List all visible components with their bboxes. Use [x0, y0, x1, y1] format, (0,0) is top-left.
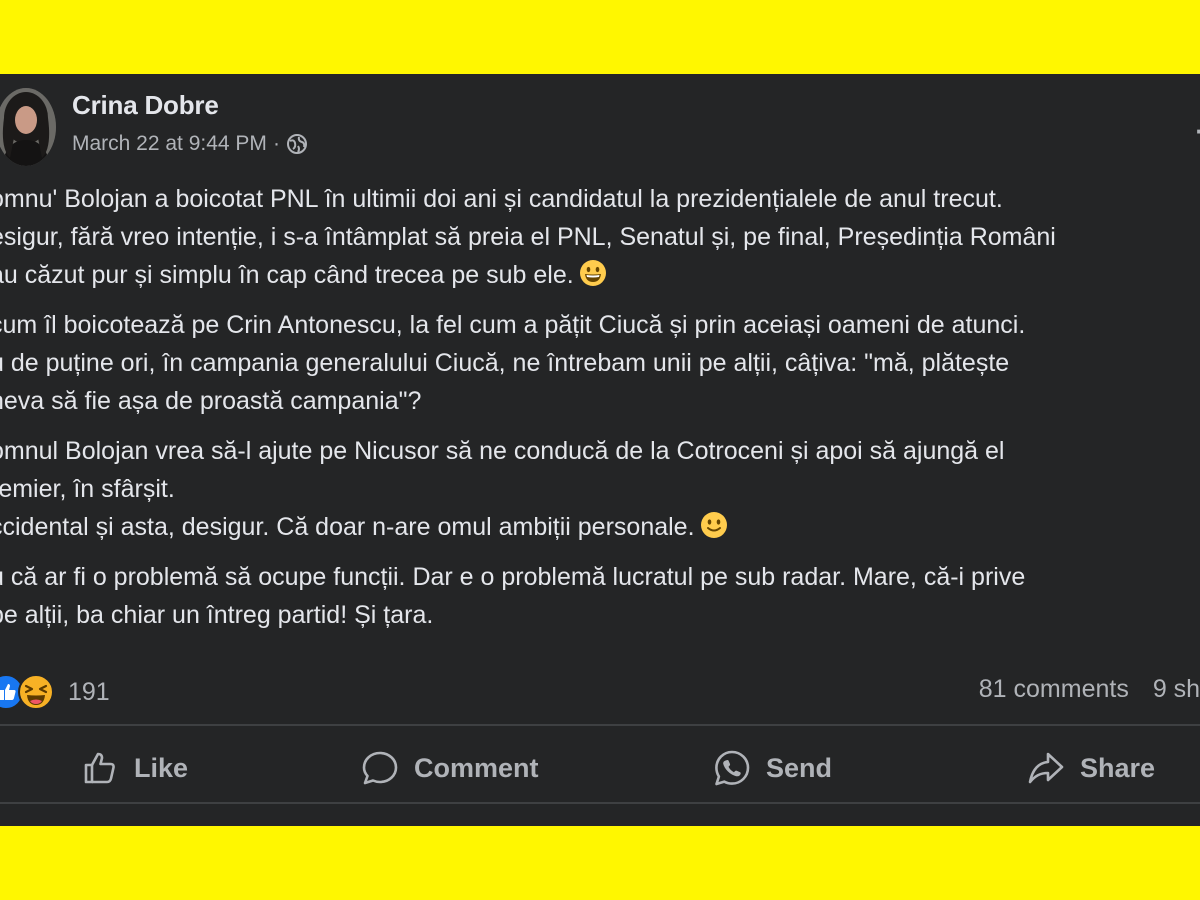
haha-reaction-icon — [18, 674, 54, 710]
text-line: pe alții, ba chiar un întreg partid! Și … — [0, 601, 434, 629]
reactions-summary[interactable]: 191 — [0, 674, 110, 710]
text-line: ccidental și asta, desigur. Că doar n-ar… — [0, 513, 695, 541]
slightly-smiling-face-emoji-icon — [699, 510, 729, 540]
post-timestamp[interactable]: March 22 at 9:44 PM — [72, 132, 267, 156]
post-paragraph: cum îl boicotează pe Crin Antonescu, la … — [0, 306, 1200, 420]
meta-separator: · — [272, 132, 280, 155]
more-options-icon[interactable]: · — [1195, 116, 1200, 147]
like-label: Like — [134, 752, 189, 783]
text-line: u de puține ori, în campania generalului… — [0, 349, 1010, 377]
text-line: omnul Bolojan vrea să-l ajute pe Nicusor… — [0, 437, 1005, 465]
post-body: omnu' Bolojan a boicotat PNL în ultimii … — [0, 180, 1200, 646]
text-line-with-emoji: au căzut pur și simplu în cap când trece… — [0, 256, 1200, 294]
action-bar: Like Comment Send Share — [0, 736, 1200, 800]
text-line: cum îl boicotează pe Crin Antonescu, la … — [0, 311, 1026, 339]
comment-label: Comment — [414, 752, 539, 783]
text-line: u că ar fi o problemă să ocupe funcții. … — [0, 563, 1026, 591]
post-author-name[interactable]: Crina Dobre — [72, 90, 219, 121]
share-button[interactable]: Share — [1026, 744, 1155, 792]
shares-count[interactable]: 9 sha — [1153, 675, 1200, 704]
like-button[interactable]: Like — [80, 744, 188, 792]
post-meta: March 22 at 9:44 PM · — [72, 132, 308, 156]
yellow-frame: Crina Dobre March 22 at 9:44 PM · · omnu… — [0, 0, 1200, 900]
post-paragraph: omnu' Bolojan a boicotat PNL în ultimii … — [0, 180, 1200, 294]
engagement-stats: 81 comments 9 sha — [979, 675, 1200, 704]
divider — [0, 802, 1200, 804]
whatsapp-icon — [712, 748, 752, 788]
comment-button[interactable]: Comment — [360, 744, 539, 792]
send-label: Send — [766, 752, 833, 783]
post-paragraph: u că ar fi o problemă să ocupe funcții. … — [0, 558, 1200, 634]
share-arrow-icon — [1026, 748, 1066, 788]
globe-icon — [286, 133, 308, 155]
reaction-count: 191 — [68, 677, 110, 706]
share-label: Share — [1080, 752, 1156, 783]
text-line: esigur, fără vreo intenție, i s-a întâmp… — [0, 223, 1056, 251]
thumbs-up-icon — [80, 748, 120, 788]
avatar[interactable] — [0, 88, 56, 166]
divider — [0, 724, 1200, 726]
comments-count[interactable]: 81 comments — [979, 675, 1129, 704]
comment-icon — [360, 748, 400, 788]
text-line: remier, în sfârșit. — [0, 475, 175, 503]
text-line-with-emoji: ccidental și asta, desigur. Că doar n-ar… — [0, 508, 1200, 546]
text-line: omnu' Bolojan a boicotat PNL în ultimii … — [0, 185, 1003, 213]
text-line: au căzut pur și simplu în cap când trece… — [0, 261, 574, 289]
text-line: neva să fie așa de proastă campania"? — [0, 387, 422, 415]
post-paragraph: omnul Bolojan vrea să-l ajute pe Nicusor… — [0, 432, 1200, 546]
facebook-post: Crina Dobre March 22 at 9:44 PM · · omnu… — [0, 74, 1200, 826]
grinning-face-emoji-icon — [578, 258, 608, 288]
send-button[interactable]: Send — [712, 744, 832, 792]
